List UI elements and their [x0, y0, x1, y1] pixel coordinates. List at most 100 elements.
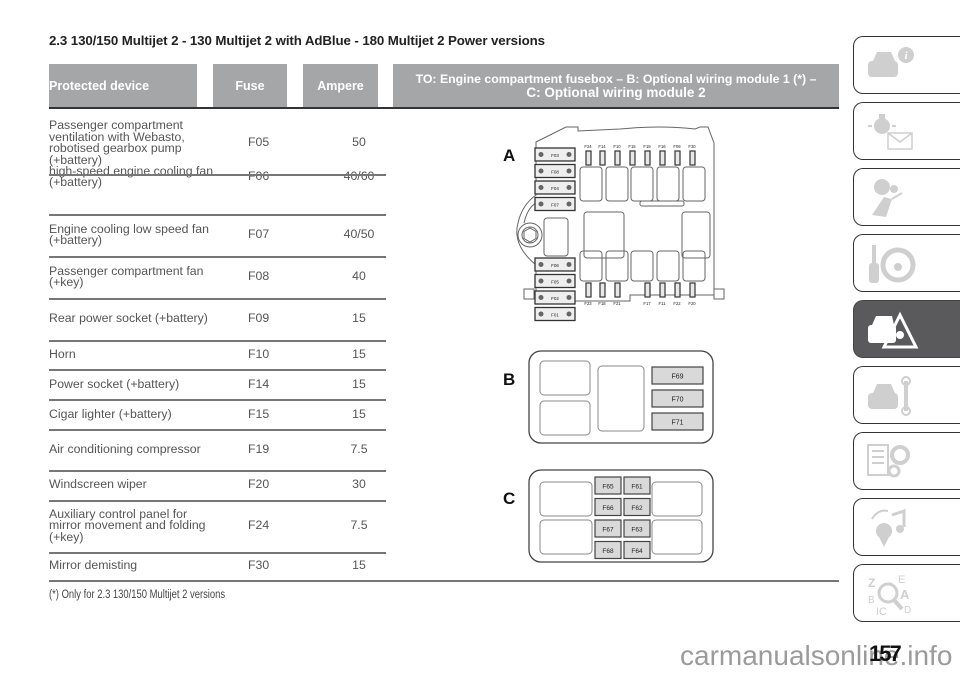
fuse-slot-label: F71: [671, 420, 683, 427]
fuse-slot-label: F65: [602, 484, 614, 491]
maxi-fuse-label: F07: [551, 203, 559, 208]
ampere-cell: 15: [352, 377, 366, 392]
row-divider: [49, 470, 386, 472]
chapter-tab-technical-data-gears[interactable]: [853, 432, 960, 490]
fuse-cell: F15: [248, 407, 270, 422]
fuse-cell: F07: [248, 227, 270, 242]
mini-fuse: [599, 282, 606, 298]
fuse-screw: [566, 168, 572, 174]
mini-fuse-label: F10: [613, 144, 621, 149]
mini-fuse-label: F22: [673, 301, 681, 306]
header-protected-device: Protected device: [49, 64, 197, 108]
fuse-slot-label: F63: [631, 527, 643, 534]
ampere-cell: 30: [352, 477, 366, 492]
fuse-screw: [538, 262, 544, 267]
fuse-screw: [566, 295, 572, 300]
header-device-label: Protected device: [49, 79, 150, 93]
table-row: Passenger compartment fan (+key) F08 40: [49, 257, 386, 297]
chapter-tab-warning-light-message[interactable]: [853, 102, 960, 160]
fuse-screw: [538, 311, 544, 317]
fuse-slot-label: F62: [631, 505, 643, 512]
maxi-fuse-label: F04: [551, 186, 559, 191]
maxi-fuse-label: F08: [551, 170, 559, 175]
chapter-tab-car-info[interactable]: i: [853, 36, 960, 94]
page-number: 157: [869, 641, 902, 666]
fuse-cell: F14: [248, 377, 270, 392]
protected-device-cell: Rear power socket (+battery): [49, 311, 208, 326]
row-divider: [49, 552, 386, 554]
row-divider: [49, 340, 386, 342]
svg-text:D: D: [904, 605, 911, 616]
diagram-b-label: B: [503, 370, 516, 389]
ampere-cell: 7.5: [350, 442, 368, 457]
mini-fuse: [659, 282, 666, 298]
ampere-cell: 15: [352, 347, 366, 362]
chapter-tab-alphabetical-index-search[interactable]: Z E A B IC D: [853, 564, 960, 622]
car-maintenance-wrench-icon: [868, 376, 911, 416]
header-fuse-label: Fuse: [235, 79, 265, 93]
table-row: Cigar lighter (+battery) F15 15: [49, 401, 386, 429]
multimedia-music-icon: [871, 508, 906, 547]
maxi-fuse-label: F01: [551, 313, 559, 318]
fuse-screw: [566, 311, 572, 317]
table-row: Auxiliary control panel for mirror movem…: [49, 502, 386, 550]
footnote: (*) Only for 2.3 130/150 Multijet 2 vers…: [49, 589, 226, 601]
table-row: Windscreen wiper F20 30: [49, 471, 386, 499]
protected-device-cell: Cigar lighter (+battery): [49, 407, 172, 422]
table-row: Mirror demisting F30 15: [49, 552, 386, 580]
mini-fuse: [599, 150, 606, 166]
fuse-cell: F20: [248, 477, 270, 492]
fuse-cell: F05: [248, 135, 270, 150]
row-divider: [49, 256, 386, 258]
table-row: high-speed engine cooling fan (+battery)…: [49, 157, 386, 197]
fuse-cell: F10: [248, 347, 270, 362]
maxi-fuse-label: F05: [551, 280, 559, 285]
svg-text:Z: Z: [868, 576, 875, 590]
svg-text:IC: IC: [876, 606, 887, 617]
emergency-warning-triangle-icon: [868, 311, 919, 349]
fuse-screw: [538, 152, 544, 157]
row-divider: [49, 174, 386, 176]
fuse-cell: F09: [248, 311, 270, 326]
footnote-divider: [49, 580, 839, 582]
table-row: Air conditioning compressor F19 7.5: [49, 431, 386, 469]
maxi-fuse-label: F06: [551, 263, 559, 268]
mini-fuse: [614, 150, 621, 166]
ampere-cell: 40/60: [343, 169, 375, 184]
maxi-fuse-label: F02: [551, 296, 559, 301]
mini-fuse: [674, 282, 681, 298]
diagram-c-wiring-module-2: F65 F66 F67 F68 F61 F62 F63 F64: [528, 469, 714, 563]
mini-fuse-label: F15: [628, 144, 636, 149]
fuse-cell: F19: [248, 442, 270, 457]
mini-fuse-label: F17: [643, 301, 651, 306]
fuse-screw: [566, 278, 572, 284]
diagram-c-label: C: [503, 489, 516, 508]
chapter-tab-key-steering-wheel[interactable]: [853, 234, 960, 292]
header-location-line2: C: Optional wiring module 2: [526, 85, 706, 100]
row-divider: [49, 369, 386, 371]
chapter-tab-airbag-seat[interactable]: [853, 168, 960, 226]
warning-light-message-icon: [868, 114, 913, 150]
fuse-slot-label: F69: [671, 374, 683, 381]
fuse-screw: [538, 185, 544, 190]
mini-fuse-label: F14: [598, 144, 606, 149]
row-divider: [49, 399, 386, 401]
chapter-tab-car-maintenance-wrench[interactable]: [853, 366, 960, 424]
chapter-tab-emergency-warning-triangle[interactable]: [853, 300, 960, 358]
protected-device-cell: Engine cooling low speed fan (+battery): [49, 221, 209, 247]
diagram-b-wiring-module-1: F69 F70 F71: [528, 350, 714, 444]
mini-fuse: [689, 282, 696, 298]
row-divider: [49, 500, 386, 502]
chapter-tab-multimedia-music[interactable]: [853, 498, 960, 556]
mini-fuse-label: F23: [584, 301, 592, 306]
mini-fuse: [629, 150, 636, 166]
fuse-slot-label: F70: [671, 397, 683, 404]
fuse-screw: [538, 201, 544, 207]
mini-fuse: [644, 282, 651, 298]
mini-fuse-label: F20: [688, 301, 696, 306]
fuse-cell: F08: [248, 269, 270, 284]
mini-fuse: [585, 150, 592, 166]
technical-data-gears-icon: [867, 444, 910, 478]
mini-fuse: [614, 282, 621, 298]
fuse-screw: [538, 278, 544, 284]
